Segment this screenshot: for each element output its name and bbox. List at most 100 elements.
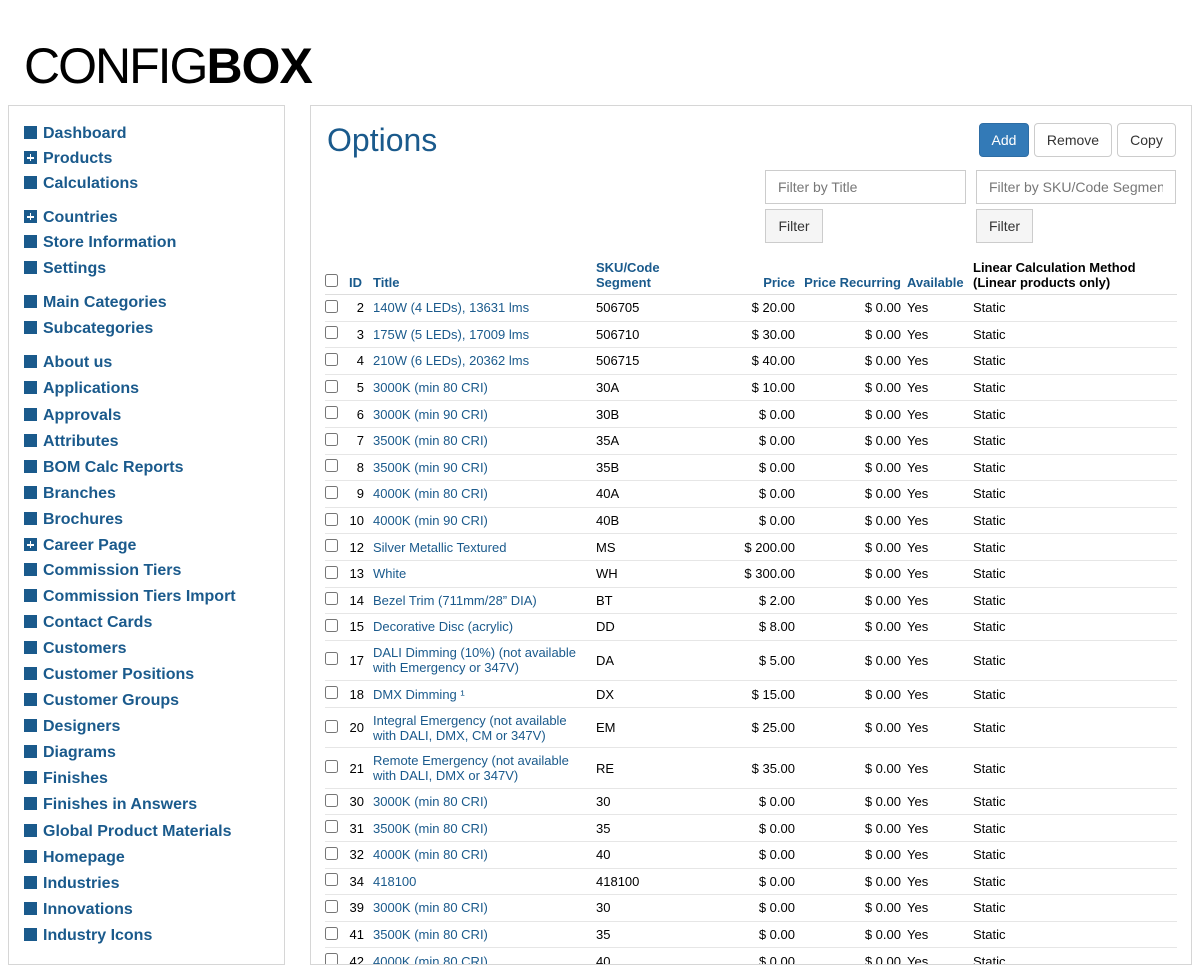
sidebar-item-label: Industry Icons [43,927,152,944]
row-title-link[interactable]: 210W (6 LEDs), 20362 lms [370,348,593,375]
select-all-checkbox[interactable] [325,274,338,287]
row-title-link[interactable]: Bezel Trim (711mm/28” DIA) [370,587,593,614]
square-icon [24,381,37,394]
row-title-link[interactable]: 418100 [370,868,593,895]
row-checkbox[interactable] [325,873,338,886]
add-button[interactable]: Add [979,123,1029,157]
row-checkbox[interactable] [325,927,338,940]
row-title-link[interactable]: 3000K (min 80 CRI) [370,895,593,922]
row-checkbox[interactable] [325,652,338,665]
plus-square-icon [24,538,37,551]
filter-title-input[interactable] [765,170,966,204]
sidebar-item-brochures[interactable]: Brochures [24,509,123,531]
row-checkbox[interactable] [325,566,338,579]
row-checkbox[interactable] [325,326,338,339]
row-title-link[interactable]: 3000K (min 80 CRI) [370,374,593,401]
row-title-link[interactable]: 3000K (min 90 CRI) [370,401,593,428]
row-checkbox[interactable] [325,592,338,605]
sidebar-item-diagrams[interactable]: Diagrams [24,742,116,764]
sidebar-item-commission-tiers-import[interactable]: Commission Tiers Import [24,586,236,608]
col-title-header[interactable]: Title [370,260,593,295]
row-title-link[interactable]: Integral Emergency (not available with D… [370,707,593,748]
sidebar-item-countries[interactable]: Countries [24,207,118,229]
row-title-link[interactable]: 3000K (min 80 CRI) [370,788,593,815]
sidebar-item-about-us[interactable]: About us [24,352,112,374]
row-title-link[interactable]: 3500K (min 90 CRI) [370,454,593,481]
sidebar-item-dashboard[interactable]: Dashboard [24,123,127,145]
row-title-link[interactable]: DALI Dimming (10%) (not available with E… [370,640,593,681]
sidebar-item-finishes[interactable]: Finishes [24,768,108,790]
sidebar-item-calculations[interactable]: Calculations [24,173,138,195]
row-checkbox[interactable] [325,353,338,366]
sidebar-item-finishes-in-answers[interactable]: Finishes in Answers [24,794,197,816]
col-available-header[interactable]: Available [904,260,970,295]
sidebar-item-subcategories[interactable]: Subcategories [24,318,153,340]
row-checkbox[interactable] [325,847,338,860]
row-checkbox[interactable] [325,380,338,393]
row-title-link[interactable]: 3500K (min 80 CRI) [370,427,593,454]
row-title-link[interactable]: White [370,560,593,587]
row-checkbox[interactable] [325,513,338,526]
row-title-link[interactable]: Silver Metallic Textured [370,534,593,561]
sidebar-item-customer-positions[interactable]: Customer Positions [24,664,194,686]
table-row: 4210W (6 LEDs), 20362 lms506715$ 40.00$ … [325,348,1177,375]
sidebar-item-main-categories[interactable]: Main Categories [24,292,167,314]
row-title-link[interactable]: DMX Dimming ¹ [370,681,593,708]
remove-button[interactable]: Remove [1034,123,1112,157]
row-title-link[interactable]: 4000K (min 80 CRI) [370,481,593,508]
row-title-link[interactable]: 140W (4 LEDs), 13631 lms [370,295,593,322]
sidebar-item-settings[interactable]: Settings [24,258,106,280]
row-checkbox[interactable] [325,953,338,965]
filter-sku-button[interactable]: Filter [976,209,1033,243]
row-title-link[interactable]: 4000K (min 90 CRI) [370,507,593,534]
sidebar-item-designers[interactable]: Designers [24,716,120,738]
col-price-recurring-header[interactable]: Price Recurring [798,260,904,295]
row-checkbox[interactable] [325,686,338,699]
sidebar-item-customer-groups[interactable]: Customer Groups [24,690,179,712]
col-id-header[interactable]: ID [346,260,370,295]
filter-sku-input[interactable] [976,170,1176,204]
row-checkbox[interactable] [325,406,338,419]
row-checkbox[interactable] [325,619,338,632]
row-checkbox[interactable] [325,900,338,913]
row-checkbox[interactable] [325,794,338,807]
sidebar-item-industry-icons[interactable]: Industry Icons [24,925,152,947]
col-price-header[interactable]: Price [718,260,798,295]
sidebar-item-attributes[interactable]: Attributes [24,431,119,453]
row-title-link[interactable]: 3500K (min 80 CRI) [370,815,593,842]
row-price-recurring: $ 0.00 [798,481,904,508]
row-title-link[interactable]: 4000K (min 80 CRI) [370,948,593,965]
row-checkbox[interactable] [325,300,338,313]
sidebar-item-customers[interactable]: Customers [24,638,127,660]
row-checkbox[interactable] [325,459,338,472]
sidebar-item-approvals[interactable]: Approvals [24,405,121,427]
sidebar-item-contact-cards[interactable]: Contact Cards [24,612,152,634]
row-title-link[interactable]: Remote Emergency (not available with DAL… [370,748,593,789]
sidebar-item-homepage[interactable]: Homepage [24,847,125,869]
sidebar-item-global-product-materials[interactable]: Global Product Materials [24,821,231,843]
row-checkbox[interactable] [325,720,338,733]
row-checkbox[interactable] [325,760,338,773]
row-title-link[interactable]: 3500K (min 80 CRI) [370,921,593,948]
row-title-link[interactable]: 175W (5 LEDs), 17009 lms [370,321,593,348]
row-checkbox[interactable] [325,433,338,446]
sidebar-item-career-page[interactable]: Career Page [24,535,136,557]
col-sku-header[interactable]: SKU/Code Segment [593,260,718,295]
filter-title-button[interactable]: Filter [765,209,823,243]
sidebar-item-products[interactable]: Products [24,148,112,170]
sidebar-item-branches[interactable]: Branches [24,483,116,505]
sidebar-item-industries[interactable]: Industries [24,873,119,895]
row-checkbox[interactable] [325,539,338,552]
row-title-link[interactable]: Decorative Disc (acrylic) [370,614,593,641]
sidebar-item-bom-calc-reports[interactable]: BOM Calc Reports [24,457,183,479]
sidebar-item-innovations[interactable]: Innovations [24,899,133,921]
row-title-link[interactable]: 4000K (min 80 CRI) [370,842,593,869]
row-checkbox[interactable] [325,486,338,499]
row-checkbox[interactable] [325,820,338,833]
sidebar-item-applications[interactable]: Applications [24,378,139,400]
sidebar-item-store-information[interactable]: Store Information [24,232,176,254]
copy-button[interactable]: Copy [1117,123,1176,157]
row-available: Yes [904,895,970,922]
sidebar-item-label: Countries [43,209,118,226]
sidebar-item-commission-tiers[interactable]: Commission Tiers [24,560,181,582]
